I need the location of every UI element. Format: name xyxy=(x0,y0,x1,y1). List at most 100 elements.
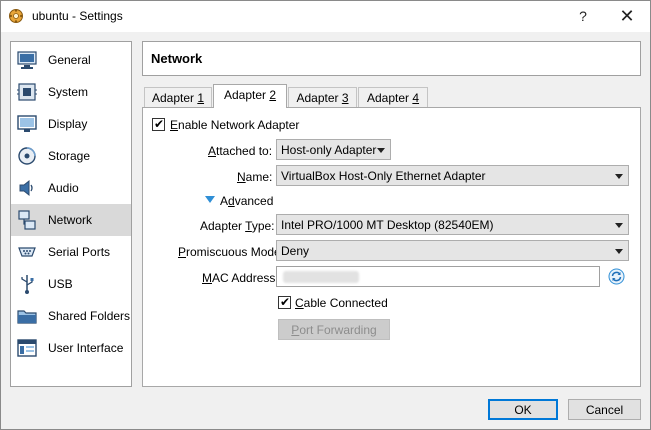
advanced-label-pre: A xyxy=(220,194,229,208)
user-interface-icon xyxy=(17,339,37,357)
cable-label-rest: able Connected xyxy=(303,296,388,310)
advanced-label-rest: vanced xyxy=(234,194,274,208)
adapter-type-select[interactable]: Intel PRO/1000 MT Desktop (82540EM) xyxy=(276,214,629,235)
sidebar-item-label: Audio xyxy=(48,181,79,195)
serial-ports-icon xyxy=(18,247,36,257)
sidebar-item-user-interface[interactable]: User Interface xyxy=(11,332,131,364)
attached-to-value: Host-only Adapter xyxy=(281,143,377,157)
tab-label: Adapter xyxy=(223,88,270,102)
name-label-rest: ame: xyxy=(245,170,273,184)
sidebar-item-label: System xyxy=(48,85,89,99)
tab-label-key: 3 xyxy=(341,91,349,105)
system-icon xyxy=(17,83,37,101)
check-icon: ✔ xyxy=(154,117,165,131)
sidebar-item-label: Storage xyxy=(48,149,91,163)
shared-folders-icon xyxy=(17,310,37,324)
promiscuous-label-key: P xyxy=(178,245,187,259)
sidebar-item-usb[interactable]: USB xyxy=(11,268,131,300)
mac-label-rest: AC Address: xyxy=(212,271,279,285)
sidebar-item-shared-folders[interactable]: Shared Folders xyxy=(11,300,131,332)
cable-connected-checkbox[interactable]: ✔ xyxy=(278,295,291,309)
network-icon xyxy=(18,210,36,230)
page-title: Network xyxy=(151,51,203,66)
refresh-mac-icon[interactable] xyxy=(608,268,625,285)
close-button[interactable]: ✕ xyxy=(607,1,647,32)
sidebar-item-label: Network xyxy=(48,213,93,227)
sidebar-item-label: USB xyxy=(48,277,73,291)
tab-adapter-2[interactable]: Adapter 2 xyxy=(213,84,287,108)
enable-adapter-label-rest: nable Network Adapter xyxy=(178,118,300,132)
tab-adapter-1[interactable]: Adapter 1 xyxy=(144,87,212,107)
settings-sidebar: General System Display Storage Audio Net… xyxy=(10,41,132,387)
sidebar-item-label: Shared Folders xyxy=(48,309,131,323)
ok-button[interactable]: OK xyxy=(488,399,558,420)
sidebar-item-label: General xyxy=(48,53,91,67)
tab-adapter-4[interactable]: Adapter 4 xyxy=(358,87,428,107)
expand-arrow-icon[interactable] xyxy=(205,196,215,203)
chevron-down-icon xyxy=(377,148,385,153)
cable-connected-label: Cable Connected xyxy=(295,296,388,310)
enable-adapter-label-key: E xyxy=(170,118,179,132)
promiscuous-mode-label: Promiscuous Mode: xyxy=(178,245,284,259)
advanced-toggle[interactable]: Advanced xyxy=(220,194,273,208)
settings-window: ubuntu - Settings ? ✕ General System Dis… xyxy=(0,0,651,430)
mac-address-label: MAC Address: xyxy=(202,271,279,285)
chevron-down-icon xyxy=(615,174,623,179)
usb-icon xyxy=(21,275,34,294)
adapter-type-value: Intel PRO/1000 MT Desktop (82540EM) xyxy=(281,218,494,232)
redacted-mac-value xyxy=(283,271,359,283)
sidebar-item-label: User Interface xyxy=(48,341,124,355)
mac-label-key: M xyxy=(202,271,212,285)
promiscuous-mode-select[interactable]: Deny xyxy=(276,240,629,261)
name-label: Name: xyxy=(237,170,272,184)
attached-to-label-rest: ttached to: xyxy=(216,144,273,158)
cable-label-key: C xyxy=(295,296,304,310)
page-header: Network xyxy=(142,41,641,76)
sidebar-item-label: Serial Ports xyxy=(48,245,111,259)
name-label-key: N xyxy=(237,170,246,184)
tab-label-key: 2 xyxy=(269,88,277,102)
adapter-type-label-rest: ype: xyxy=(251,219,275,233)
sidebar-item-network[interactable]: Network xyxy=(11,204,131,236)
tab-label: Adapter xyxy=(296,91,342,105)
sidebar-item-system[interactable]: System xyxy=(11,76,131,108)
sidebar-item-audio[interactable]: Audio xyxy=(11,172,131,204)
name-value: VirtualBox Host-Only Ethernet Adapter xyxy=(281,169,486,183)
sidebar-item-label: Display xyxy=(48,117,88,131)
attached-to-select[interactable]: Host-only Adapter xyxy=(276,139,391,160)
adapter-type-label-key: T xyxy=(245,219,252,233)
name-select[interactable]: VirtualBox Host-Only Ethernet Adapter xyxy=(276,165,629,186)
sidebar-item-serial-ports[interactable]: Serial Ports xyxy=(11,236,131,268)
adapter-type-label-pre: Adapter xyxy=(200,219,246,233)
tab-label: Adapter xyxy=(366,91,413,105)
tab-adapter-3[interactable]: Adapter 3 xyxy=(288,87,357,107)
audio-icon xyxy=(19,179,33,197)
attached-to-label: Attached to: xyxy=(208,144,272,158)
general-icon xyxy=(17,51,37,69)
enable-adapter-label: Enable Network Adapter xyxy=(170,118,299,132)
tab-label-key: 4 xyxy=(412,91,420,105)
chevron-down-icon xyxy=(615,223,623,228)
title-bar: ubuntu - Settings ? ✕ xyxy=(1,1,650,32)
mac-address-input[interactable] xyxy=(276,266,600,287)
window-title: ubuntu - Settings xyxy=(32,9,123,23)
sidebar-item-storage[interactable]: Storage xyxy=(11,140,131,172)
promiscuous-mode-value: Deny xyxy=(281,244,310,258)
attached-to-label-key: A xyxy=(208,144,217,158)
storage-icon xyxy=(18,147,36,165)
enable-adapter-checkbox[interactable]: ✔ xyxy=(152,117,165,131)
help-button[interactable]: ? xyxy=(563,1,603,32)
display-icon xyxy=(17,115,37,132)
sidebar-item-display[interactable]: Display xyxy=(11,108,131,140)
promiscuous-label-rest: romiscuous Mode: xyxy=(186,245,285,259)
advanced-label-key: d xyxy=(228,194,235,208)
virtualbox-gear-icon xyxy=(9,9,23,23)
cancel-button[interactable]: Cancel xyxy=(568,399,641,420)
adapter-type-label: Adapter Type: xyxy=(200,219,275,233)
sidebar-item-general[interactable]: General xyxy=(11,44,131,76)
chevron-down-icon xyxy=(615,249,623,254)
port-forwarding-button[interactable]: Port Forwarding xyxy=(278,319,390,340)
tab-label: Adapter xyxy=(151,91,198,105)
check-icon: ✔ xyxy=(280,295,291,309)
tab-label-key: 1 xyxy=(197,91,205,105)
